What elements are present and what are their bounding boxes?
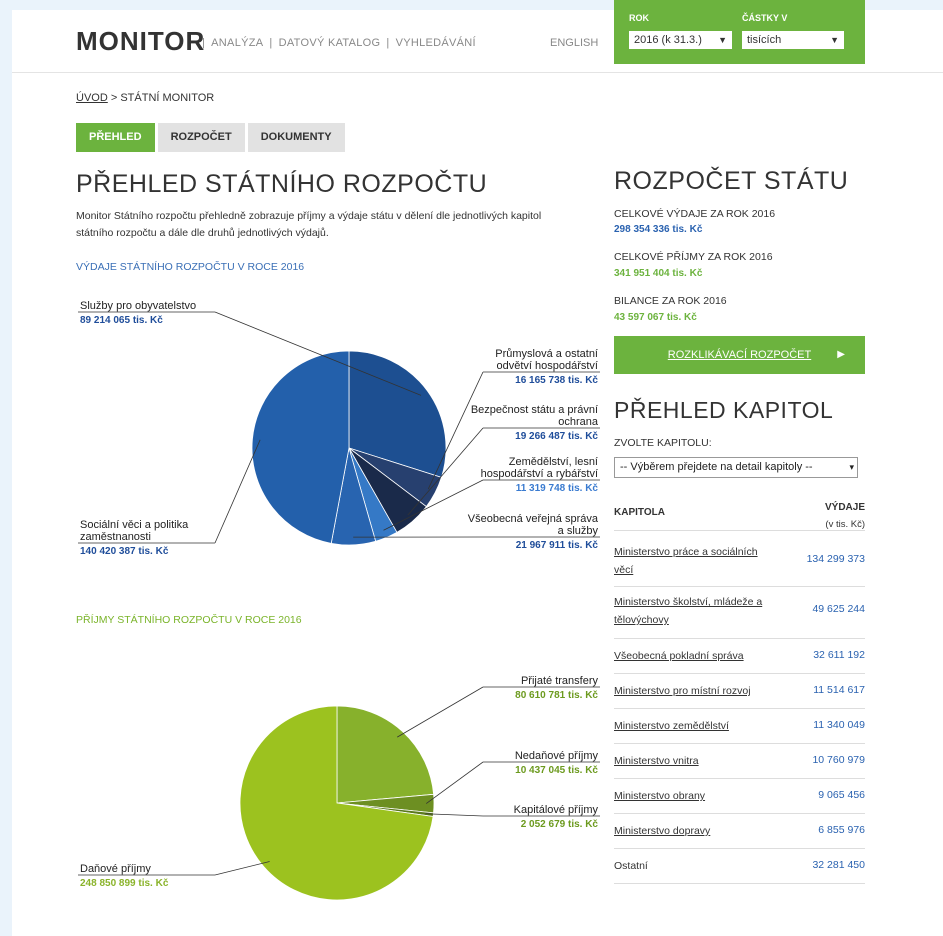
leader-line <box>425 813 484 817</box>
slice-value: 2 052 679 tis. Kč <box>521 819 599 830</box>
choose-chapter-label: ZVOLTE KAPITOLU: <box>614 437 712 449</box>
table-row[interactable]: Ministerstvo práce a sociálních věcí 134 … <box>614 536 865 587</box>
chapter-expenses-value: 9 065 456 <box>818 789 865 801</box>
year-select-value: 2016 (k 31.3.) <box>634 34 702 46</box>
chapter-name-link[interactable]: Ministerstvo obrany <box>614 787 779 805</box>
chevron-down-icon: ▼ <box>830 35 839 45</box>
slice-label: Průmyslová a ostatní <box>495 348 598 360</box>
chapter-expenses-value: 11 340 049 <box>813 719 865 731</box>
amounts-select[interactable]: tisících ▼ <box>742 31 844 49</box>
table-row[interactable]: Ministerstvo zemědělství 11 340 049 <box>614 708 865 744</box>
slice-label: Zemědělství, lesní <box>509 456 598 468</box>
slice-value: 248 850 899 tis. Kč <box>80 878 169 889</box>
stat-value-revenues: 341 951 404 tis. Kč <box>614 268 703 279</box>
slice-value: 19 266 487 tis. Kč <box>515 431 598 442</box>
leader-line <box>214 439 261 544</box>
chapter-name-link: Ostatní <box>614 860 648 872</box>
budget-title: ROZPOČET STÁTU <box>614 167 849 195</box>
chapter-name-link[interactable]: Ministerstvo dopravy <box>614 822 779 840</box>
chapter-select[interactable]: -- Výběrem přejdete na detail kapitoly -… <box>614 457 858 478</box>
slice-value: 11 319 748 tis. Kč <box>516 483 599 494</box>
table-row[interactable]: Ostatní 32 281 450 <box>614 848 865 884</box>
page: MONITOR | ANALÝZA | DATOVÝ KATALOG | VYH… <box>12 0 943 936</box>
leader-line <box>397 686 484 738</box>
filter-panel: ROK ČÁSTKY V 2016 (k 31.3.) ▼ tisících ▼ <box>614 0 865 64</box>
chapter-name-link[interactable]: Ministerstvo zemědělství <box>614 717 779 735</box>
slice-label: Kapitálové příjmy <box>514 804 599 816</box>
chapter-expenses-value: 49 625 244 <box>812 603 865 615</box>
chapter-expenses-value: 6 855 976 <box>818 824 865 836</box>
chapter-name-link[interactable]: Všeobecná pokladní správa <box>614 647 779 665</box>
chapter-expenses-value: 10 760 979 <box>812 754 865 766</box>
year-select[interactable]: 2016 (k 31.3.) ▼ <box>629 31 732 49</box>
slice-label: Přijaté transfery <box>521 675 599 687</box>
stat-label-expenses: CELKOVÉ VÝDAJE ZA ROK 2016 <box>614 208 776 220</box>
pie-slice[interactable] <box>251 350 350 544</box>
slice-label: Daňové příjmy <box>80 863 151 875</box>
slice-label: Sociální věci a politika <box>80 519 189 531</box>
table-row[interactable]: Ministerstvo vnitra 10 760 979 <box>614 743 865 779</box>
interactive-budget-button[interactable]: ROZKLIKÁVACÍ ROZPOČET ▶ <box>614 336 865 374</box>
slice-label: Služby pro obyvatelstvo <box>80 300 196 312</box>
slice-label: Všeobecná veřejná správa <box>468 513 599 525</box>
stat-label-balance: BILANCE ZA ROK 2016 <box>614 295 727 307</box>
pie-label: Přijaté transfery 80 610 781 tis. Kč <box>397 675 600 738</box>
chapters-title: PŘEHLED KAPITOL <box>614 397 834 423</box>
table-row[interactable]: Všeobecná pokladní správa 32 611 192 <box>614 638 865 674</box>
table-header-divider <box>614 530 865 531</box>
table-row[interactable]: Ministerstvo školství, mládeže a tělovýc… <box>614 586 865 639</box>
stat-label-revenues: CELKOVÉ PŘÍJMY ZA ROK 2016 <box>614 251 773 263</box>
slice-label: odvětví hospodářství <box>496 360 598 372</box>
chapter-expenses-value: 32 281 450 <box>812 859 865 871</box>
chapter-name-link[interactable]: Ministerstvo pro místní rozvoj <box>614 682 779 700</box>
pie-label: Nedaňové příjmy 10 437 045 tis. Kč <box>426 750 600 804</box>
leader-line <box>214 861 270 876</box>
slice-value: 140 420 387 tis. Kč <box>80 546 169 557</box>
chapter-name-link[interactable]: Ministerstvo vnitra <box>614 752 779 770</box>
stat-value-expenses: 298 354 336 tis. Kč <box>614 224 703 235</box>
chapter-expenses-value: 11 514 617 <box>813 684 865 696</box>
slice-value: 21 967 911 tis. Kč <box>516 540 599 551</box>
table-header-expenses: VÝDAJE (v tis. Kč) <box>802 499 865 533</box>
stat-value-balance: 43 597 067 tis. Kč <box>614 312 697 323</box>
chapter-select-value: -- Výběrem přejdete na detail kapitoly -… <box>620 461 813 473</box>
table-header-expenses-label: VÝDAJE <box>824 502 865 513</box>
slice-value: 80 610 781 tis. Kč <box>515 690 598 701</box>
pie-label: Kapitálové příjmy 2 052 679 tis. Kč <box>425 804 600 830</box>
play-arrow-icon: ▶ <box>837 349 845 360</box>
year-label: ROK <box>629 13 649 23</box>
leader-line <box>426 761 484 804</box>
slice-label: a služby <box>558 525 599 537</box>
chapter-expenses-value: 134 299 373 <box>806 553 865 565</box>
slice-label: hospodářství a rybářství <box>481 468 598 480</box>
table-header-chapter: KAPITOLA <box>614 507 665 518</box>
chapter-expenses-value: 32 611 192 <box>813 649 865 661</box>
slice-value: 16 165 738 tis. Kč <box>515 375 598 386</box>
pie-label: Sociální věci a politikazaměstnanosti 140… <box>78 439 261 557</box>
table-row[interactable]: Ministerstvo dopravy 6 855 976 <box>614 813 865 849</box>
slice-label: zaměstnanosti <box>80 531 151 543</box>
table-row[interactable]: Ministerstvo obrany 9 065 456 <box>614 778 865 814</box>
slice-label: ochrana <box>558 416 599 428</box>
slice-label: Bezpečnost státu a právní <box>471 404 598 416</box>
table-row[interactable]: Ministerstvo pro místní rozvoj 11 514 617 <box>614 673 865 709</box>
amounts-select-value: tisících <box>747 34 782 46</box>
chapter-name-link[interactable]: Ministerstvo práce a sociálních věcí <box>614 543 779 579</box>
pie-label: Daňové příjmy 248 850 899 tis. Kč <box>78 861 270 889</box>
amounts-label: ČÁSTKY V <box>742 13 788 23</box>
chapter-name-link[interactable]: Ministerstvo školství, mládeže a tělovýc… <box>614 593 779 629</box>
charts-canvas: Služby pro obyvatelstvo 89 214 065 tis. K… <box>78 300 600 901</box>
slice-value: 10 437 045 tis. Kč <box>515 765 598 776</box>
slice-value: 89 214 065 tis. Kč <box>80 315 163 326</box>
chevron-down-icon: ▼ <box>718 35 727 45</box>
interactive-budget-label: ROZKLIKÁVACÍ ROZPOČET <box>667 349 812 361</box>
chevron-down-icon: ▾ <box>849 462 854 472</box>
slice-label: Nedaňové příjmy <box>515 750 599 762</box>
pie-slice[interactable] <box>336 705 435 804</box>
